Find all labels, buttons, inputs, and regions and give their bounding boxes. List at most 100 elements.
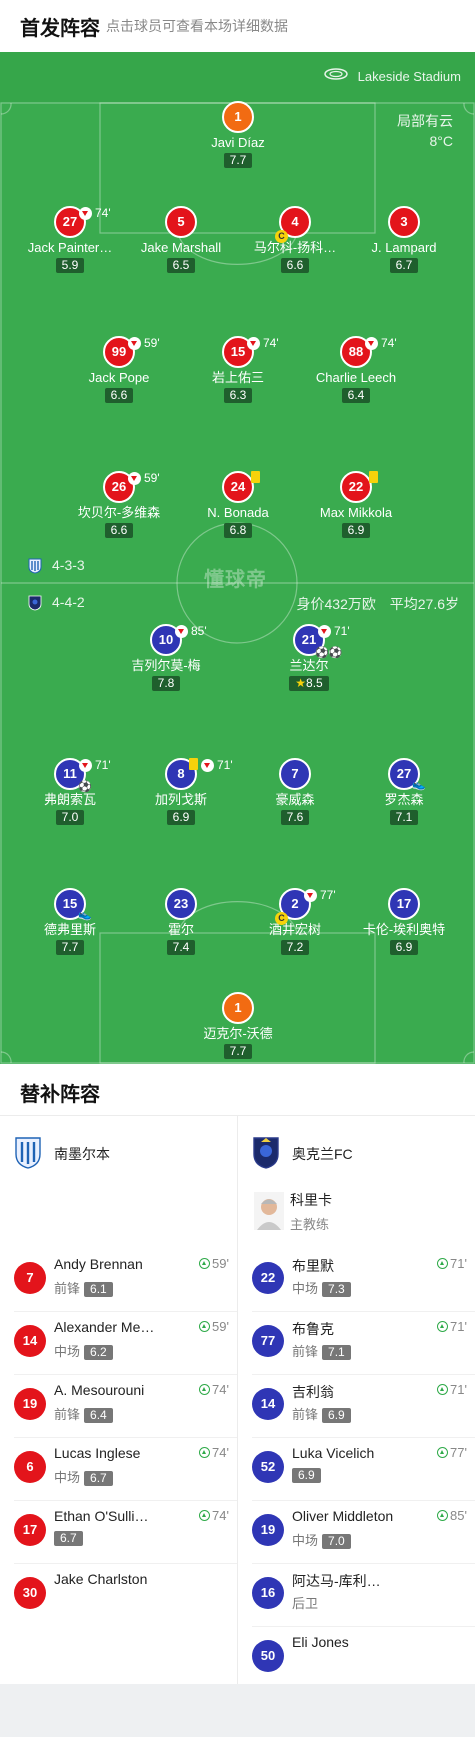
coach[interactable]: 科里卡 主教练 (252, 1186, 472, 1236)
away-team-header[interactable]: 奥克兰FC (252, 1132, 472, 1172)
player-away-fwd-2[interactable]: 21 71' ⚽⚽ 兰达尔 ★8.5 (249, 624, 369, 692)
sub-minute: 71' (217, 758, 233, 772)
yellow-card-icon (369, 471, 378, 483)
player-position: 中场 (292, 1281, 319, 1296)
sub-minute: 74' (263, 336, 279, 350)
sub-away-7[interactable]: 50 Eli Jones (238, 1626, 475, 1689)
player-away-def-1[interactable]: 15 👟 德弗里斯 7.7 (10, 888, 130, 956)
sub-home-1[interactable]: 7 Andy Brennan 前锋 6.1 59' (0, 1248, 237, 1311)
player-away-def-3[interactable]: 2 77' C 酒井宏树 7.2 (235, 888, 355, 956)
player-name: 迈克尔-沃德 (203, 1026, 273, 1041)
weather-condition: 局部有云 (397, 113, 453, 129)
rating-value: 8.5 (306, 676, 323, 690)
sub-in-icon (437, 1321, 449, 1332)
sub-off-icon (175, 625, 188, 638)
auckland-crest-icon (253, 1137, 279, 1169)
player-away-mid-1[interactable]: 11 71' ⚽ 弗朗索瓦 7.0 (10, 758, 130, 826)
player-rating: 6.8 (223, 523, 253, 538)
player-name: Andy Brennan (54, 1256, 143, 1272)
sub-away-3[interactable]: 14 吉利翁 前锋 6.9 71' (238, 1374, 475, 1437)
sub-minute: 74' (95, 206, 111, 220)
player-home-gk[interactable]: 1 Javi Díaz 7.7 (178, 101, 298, 169)
goal-ball-icon: ⚽ (78, 781, 92, 793)
sub-home-4[interactable]: 6 Lucas Inglese 中场 6.7 74' (0, 1437, 237, 1500)
sub-in: 71' (437, 1382, 467, 1397)
sub-home-2[interactable]: 14 Alexander Me… 中场 6.2 59' (0, 1311, 237, 1374)
player-rating: 6.6 (280, 258, 310, 273)
team-age: 平均27.6岁 (389, 596, 459, 612)
weather-info: 局部有云 8°C (397, 111, 453, 151)
player-name: Eli Jones (292, 1634, 349, 1650)
sub-away-1[interactable]: 22 布里默 中场 7.3 71' (238, 1248, 475, 1311)
player-home-mid-1[interactable]: 99 59' Jack Pope 6.6 (59, 336, 179, 404)
player-number: 30 (14, 1577, 46, 1609)
player-number: 22 (252, 1262, 284, 1294)
player-name: 布鲁克 (292, 1321, 334, 1337)
player-away-mid-4[interactable]: 27 👟 罗杰森 7.1 (344, 758, 464, 826)
player-away-def-4[interactable]: 17 卡伦-埃利奥特 6.9 (344, 888, 464, 956)
sub-off-icon (79, 759, 92, 772)
player-rating: 6.9 (341, 523, 371, 538)
player-away-fwd-1[interactable]: 10 85' 吉列尔莫-梅 7.8 (106, 624, 226, 692)
player-rating: 7.2 (280, 940, 310, 955)
goal-ball-icon: ⚽⚽ (315, 647, 343, 659)
coach-name: 科里卡 (290, 1192, 332, 1208)
sub-away-4[interactable]: 52 Luka Vicelich 6.9 77' (238, 1437, 475, 1500)
sub-away-5[interactable]: 19 Oliver Middleton 中场 7.0 85' (238, 1500, 475, 1563)
player-name: 霍尔 (167, 922, 194, 937)
player-away-mid-2[interactable]: 8 71' 加列戈斯 6.9 (121, 758, 241, 826)
player-away-gk[interactable]: 1 迈克尔-沃德 7.7 (178, 992, 298, 1060)
player-home-mid-3[interactable]: 88 74' Charlie Leech 6.4 (296, 336, 416, 404)
sub-off-icon (247, 337, 260, 350)
player-name: 兰达尔 (289, 658, 329, 673)
player-rating: 6.7 (54, 1531, 83, 1546)
sub-home-5[interactable]: 17 Ethan O'Sulli… 6.7 74' (0, 1500, 237, 1563)
player-number: 19 (14, 1388, 46, 1420)
player-home-fwd-3[interactable]: 22 Max Mikkola 6.9 (296, 471, 416, 539)
sub-minute: 85' (191, 624, 207, 638)
player-away-def-2[interactable]: 23 霍尔 7.4 (121, 888, 241, 956)
sub-home-3[interactable]: 19 A. Mesourouni 前锋 6.4 74' (0, 1374, 237, 1437)
player-number: 24 (222, 471, 254, 503)
player-number: 19 (252, 1514, 284, 1546)
sub-away-2[interactable]: 77 布鲁克 前锋 7.1 71' (238, 1311, 475, 1374)
player-rating: ★8.5 (289, 676, 329, 691)
sub-minute: 59' (144, 471, 160, 485)
south-melbourne-crest-icon (28, 558, 42, 574)
lineup-header: 首发阵容 点击球员可查看本场详细数据 (0, 0, 475, 52)
player-home-fwd-1[interactable]: 26 59' 坎贝尔-多维森 6.6 (59, 471, 179, 539)
sub-away-6[interactable]: 16 阿达马-库利… 后卫 (238, 1563, 475, 1626)
player-number: 16 (252, 1577, 284, 1609)
player-home-fwd-2[interactable]: 24 N. Bonada 6.8 (178, 471, 298, 539)
sub-in-icon (199, 1510, 211, 1521)
player-home-def-4[interactable]: 3 J. Lampard 6.7 (344, 206, 464, 274)
home-team-header[interactable]: 南墨尔本 (14, 1132, 234, 1172)
player-home-def-1[interactable]: 27 74' Jack Painter… 5.9 (10, 206, 130, 274)
captain-badge: C (275, 912, 288, 925)
sub-in: 74' (199, 1445, 229, 1460)
player-home-def-2[interactable]: 5 Jake Marshall 6.5 (121, 206, 241, 274)
player-number: 23 (165, 888, 197, 920)
pitch: Lakeside Stadium 局部有云 8°C 懂球帝 1 Javi Día… (0, 52, 475, 1064)
sub-off-icon (365, 337, 378, 350)
player-name: 吉列尔莫-梅 (131, 658, 201, 673)
sub-in-icon (437, 1258, 449, 1269)
player-rating: 5.9 (55, 258, 85, 273)
sub-home-6[interactable]: 30 Jake Charlston (0, 1563, 237, 1626)
auckland-crest-icon (28, 595, 42, 611)
sub-in: 59' (199, 1319, 229, 1334)
sub-off-icon (128, 472, 141, 485)
player-away-mid-3[interactable]: 7 豪威森 7.6 (235, 758, 355, 826)
player-name: Lucas Inglese (54, 1445, 141, 1461)
player-position: 前锋 (54, 1281, 81, 1296)
player-rating: 6.7 (84, 1471, 113, 1486)
star-icon: ★ (295, 676, 307, 690)
player-number: 7 (279, 758, 311, 790)
player-name: Jake Charlston (54, 1571, 148, 1587)
player-home-def-3[interactable]: 4 C 马尔科-扬科… 6.6 (235, 206, 355, 274)
player-rating: 6.9 (389, 940, 419, 955)
player-rating: 6.2 (84, 1345, 113, 1360)
yellow-card-icon (189, 758, 198, 770)
player-number: 22 (340, 471, 372, 503)
player-home-mid-2[interactable]: 15 74' 岩上佑三 6.3 (178, 336, 298, 404)
